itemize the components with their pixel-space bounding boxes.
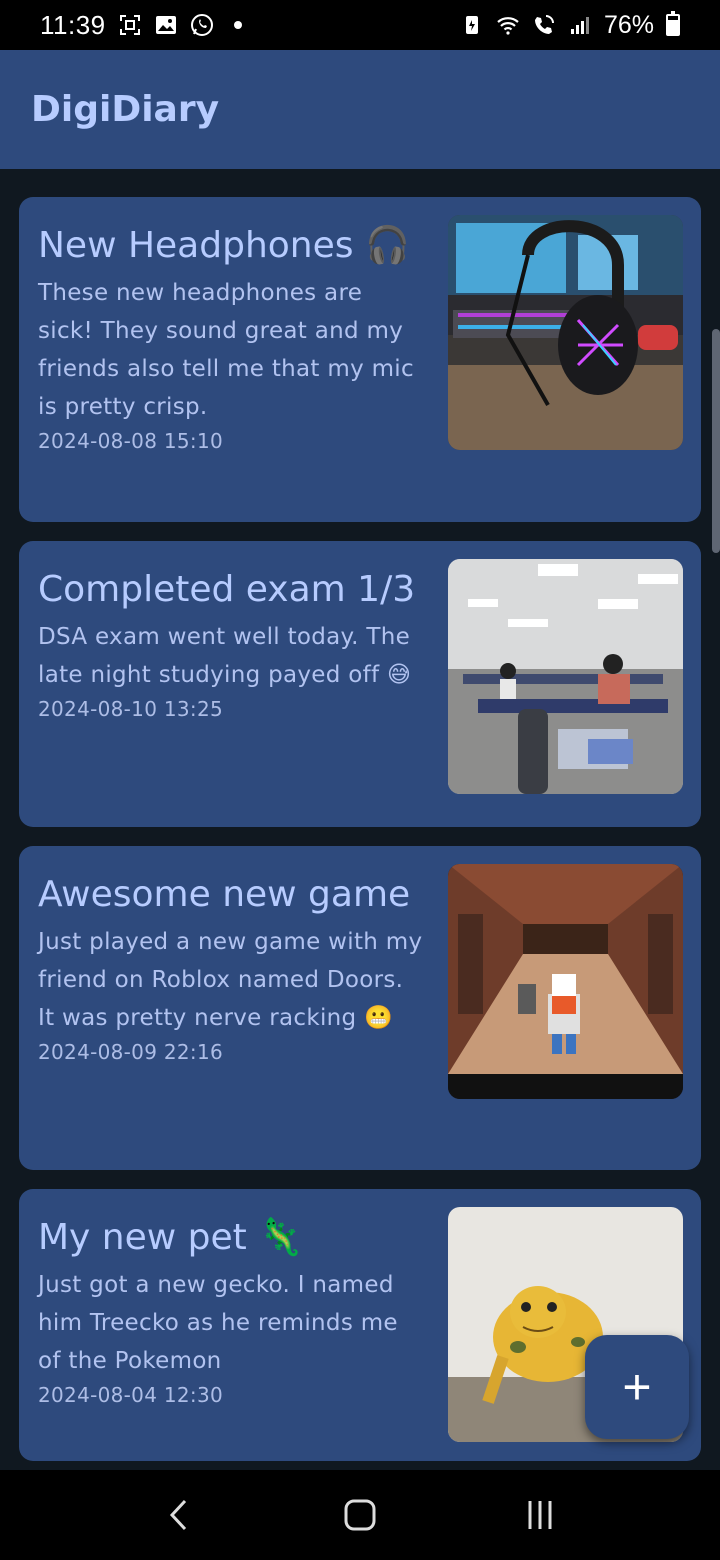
entry-date: 2024-08-08 15:10 — [38, 429, 224, 453]
app-title: DigiDiary — [31, 89, 220, 130]
status-time: 11:39 — [40, 9, 106, 40]
dot-icon — [226, 13, 250, 37]
screenshot-icon — [118, 13, 142, 37]
diary-entry-card[interactable]: Completed exam 1/3 DSA exam went well to… — [19, 541, 701, 827]
scrollbar[interactable] — [712, 329, 720, 553]
entry-photo-headphones[interactable] — [448, 215, 683, 450]
status-bar: 11:39 76% — [0, 0, 720, 50]
entry-text: My new pet 🦎 Just got a new gecko. I nam… — [38, 1211, 423, 1410]
entry-title: My new pet 🦎 — [38, 1217, 304, 1258]
entry-title: New Headphones 🎧 — [38, 225, 410, 266]
entry-text: New Headphones 🎧 These new headphones ar… — [38, 219, 423, 456]
diary-entry-card[interactable]: New Headphones 🎧 These new headphones ar… — [19, 197, 701, 522]
entry-body: DSA exam went well today. The late night… — [38, 624, 412, 688]
entry-photo-exam-hall[interactable] — [448, 559, 683, 794]
back-icon — [169, 1499, 187, 1531]
entry-title: Awesome new game — [38, 874, 411, 915]
status-left: 11:39 — [40, 10, 250, 41]
app-bar: DigiDiary — [0, 50, 720, 169]
entry-date: 2024-08-04 12:30 — [38, 1383, 224, 1407]
entry-date: 2024-08-10 13:25 — [38, 697, 224, 721]
entry-body: Just played a new game with my friend on… — [38, 929, 423, 1031]
entry-photo-roblox-game[interactable] — [448, 864, 683, 1099]
back-button[interactable] — [150, 1485, 210, 1545]
wifi-icon — [496, 13, 520, 37]
entry-body: These new headphones are sick! They soun… — [38, 280, 414, 420]
diary-entry-card[interactable]: Awesome new game Just played a new game … — [19, 846, 701, 1170]
whatsapp-icon — [190, 13, 214, 37]
recents-button[interactable] — [510, 1485, 570, 1545]
status-right: 76% — [460, 11, 680, 40]
entry-text: Completed exam 1/3 DSA exam went well to… — [38, 563, 423, 724]
diary-list[interactable]: New Headphones 🎧 These new headphones ar… — [0, 169, 720, 1470]
recents-icon — [528, 1501, 552, 1529]
battery-percent: 76% — [603, 10, 654, 39]
entry-body: Just got a new gecko. I named him Treeck… — [38, 1272, 398, 1374]
entry-date: 2024-08-09 22:16 — [38, 1040, 224, 1064]
lock-battery-icon — [460, 13, 484, 37]
battery-level — [668, 20, 678, 34]
entry-text: Awesome new game Just played a new game … — [38, 868, 423, 1067]
battery-icon — [666, 11, 680, 36]
entry-title: Completed exam 1/3 — [38, 569, 416, 610]
home-icon — [344, 1499, 376, 1531]
wifi-call-icon — [532, 13, 556, 37]
system-nav-bar — [0, 1470, 720, 1560]
plus-icon: + — [622, 1359, 652, 1415]
home-button[interactable] — [330, 1485, 390, 1545]
add-entry-button[interactable]: + — [585, 1335, 689, 1439]
signal-icon — [568, 13, 592, 37]
gallery-icon — [154, 13, 178, 37]
